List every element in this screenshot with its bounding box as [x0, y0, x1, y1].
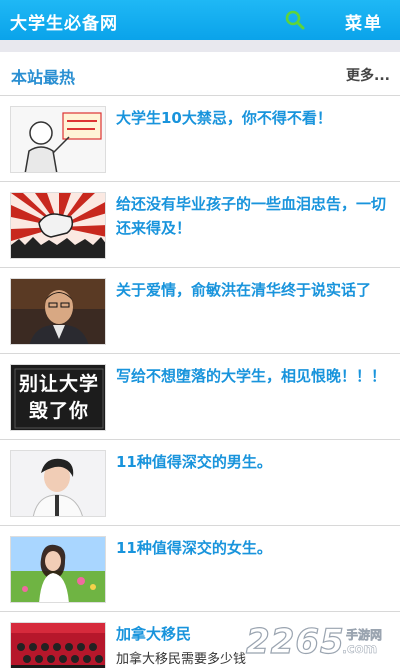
article-thumbnail: [10, 450, 106, 517]
article-title: 11种值得深交的女生。: [116, 539, 272, 557]
article-title: 给还没有毕业孩子的一些血泪忠告，一切还来得及！: [116, 195, 387, 237]
thumbnail-caption: 别让大学毁了你: [18, 373, 99, 422]
section-title: 本站最热: [11, 68, 76, 87]
watermark-suffix: .com: [342, 642, 378, 658]
article-title: 11种值得深交的男生。: [116, 453, 272, 471]
article-title: 大学生10大禁忌，你不得不看！: [116, 109, 332, 127]
header-divider: [0, 40, 400, 52]
site-watermark: 2265 .com 手游网: [245, 621, 396, 666]
article-thumbnail: [10, 622, 106, 668]
article-subtitle: 加拿大移民需要多少钱: [116, 652, 247, 667]
list-item[interactable]: 别让大学毁了你 写给不想堕落的大学生，相见恨晚！！！: [0, 354, 400, 440]
list-item[interactable]: 11种值得深交的男生。: [0, 440, 400, 526]
list-item[interactable]: 大学生10大禁忌，你不得不看！: [0, 96, 400, 182]
article-thumbnail: [10, 278, 106, 345]
search-icon[interactable]: [283, 8, 307, 32]
watermark-tag: 手游网: [346, 628, 383, 643]
article-thumbnail: [10, 536, 106, 603]
article-title: 关于爱情，俞敏洪在清华终于说实话了: [116, 281, 372, 299]
list-item[interactable]: 关于爱情，俞敏洪在清华终于说实话了: [0, 268, 400, 354]
watermark-brand: 2265: [245, 621, 345, 662]
top-bar: 大学生必备网 菜单: [0, 0, 400, 40]
article-thumbnail: [10, 192, 106, 259]
list-item[interactable]: 11种值得深交的女生。: [0, 526, 400, 612]
app-title: 大学生必备网: [10, 14, 118, 34]
section-header: 本站最热 更多...: [0, 52, 400, 96]
article-thumbnail: [10, 106, 106, 173]
article-thumbnail: 别让大学毁了你: [10, 364, 106, 431]
menu-button[interactable]: 菜单: [345, 9, 383, 34]
more-link[interactable]: 更多...: [346, 65, 390, 85]
list-item[interactable]: 给还没有毕业孩子的一些血泪忠告，一切还来得及！: [0, 182, 400, 268]
article-title: 写给不想堕落的大学生，相见恨晚！！！: [116, 367, 387, 385]
